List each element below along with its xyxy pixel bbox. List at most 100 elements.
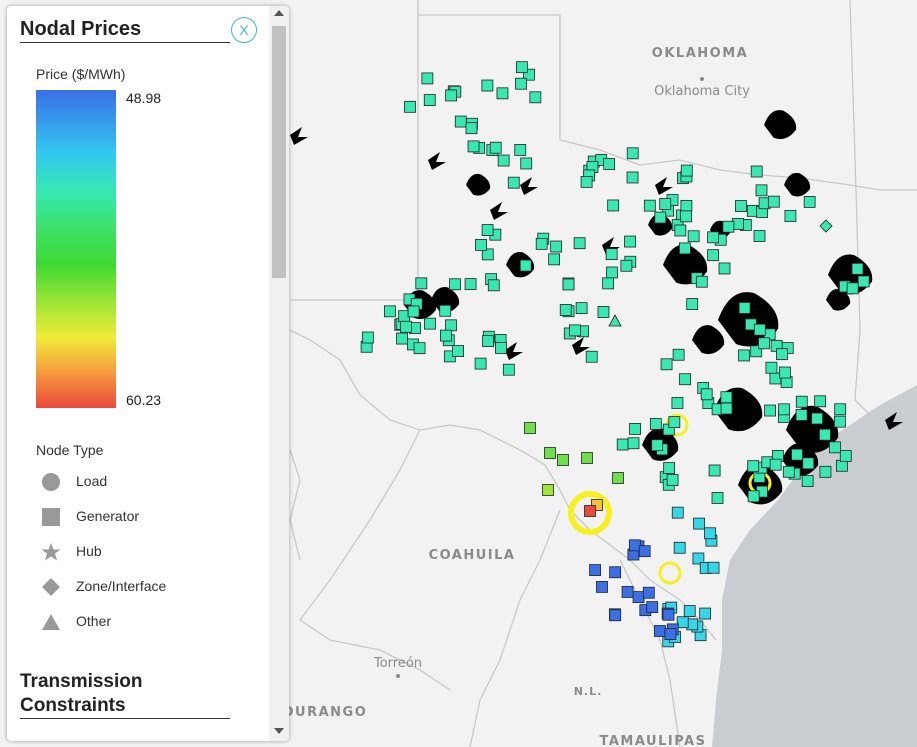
price-node-generator[interactable] (707, 561, 720, 574)
price-node-generator[interactable] (487, 279, 500, 292)
price-node-generator[interactable] (720, 391, 733, 404)
price-node-generator[interactable] (819, 465, 832, 478)
price-node-generator[interactable] (755, 184, 768, 197)
price-node-generator[interactable] (674, 224, 687, 237)
price-node-generator[interactable] (481, 79, 494, 92)
price-node-generator[interactable] (791, 448, 803, 461)
price-node-generator[interactable] (496, 87, 509, 100)
price-node-generator[interactable] (718, 262, 731, 275)
price-node-generator[interactable] (529, 91, 542, 104)
price-node-generator[interactable] (620, 259, 633, 272)
price-node-generator[interactable] (747, 490, 760, 503)
price-node-generator[interactable] (569, 324, 581, 337)
price-node-generator[interactable] (562, 278, 575, 291)
price-node-generator[interactable] (765, 361, 778, 374)
price-node-generator[interactable] (524, 422, 536, 434)
price-node-generator[interactable] (475, 238, 487, 251)
price-node-generator[interactable] (643, 199, 656, 212)
price-node-generator[interactable] (609, 566, 622, 579)
price-node-generator[interactable] (495, 342, 507, 354)
price-node-generator[interactable] (846, 282, 859, 295)
scroll-thumb[interactable] (272, 26, 286, 278)
price-node-generator[interactable] (680, 210, 692, 223)
price-node-generator[interactable] (559, 304, 572, 316)
price-node-generator[interactable] (497, 154, 510, 167)
price-node-generator[interactable] (602, 277, 615, 290)
price-node-generator[interactable] (668, 416, 681, 429)
price-node-generator[interactable] (638, 545, 651, 558)
price-node-generator[interactable] (520, 157, 533, 170)
price-node-generator[interactable] (683, 605, 696, 617)
price-node-generator[interactable] (801, 475, 814, 487)
price-node-generator[interactable] (489, 141, 502, 154)
price-node-generator[interactable] (663, 462, 676, 475)
price-node-generator[interactable] (660, 358, 673, 371)
price-node-generator[interactable] (758, 337, 770, 350)
price-node-generator[interactable] (735, 200, 747, 212)
price-node-generator[interactable] (407, 305, 420, 318)
price-node-generator[interactable] (596, 581, 608, 593)
price-node-generator[interactable] (465, 122, 478, 135)
price-node-generator[interactable] (834, 403, 847, 416)
price-node-generator[interactable] (481, 224, 494, 236)
price-node-generator[interactable] (514, 144, 527, 156)
price-node-generator[interactable] (851, 262, 864, 275)
price-node-generator[interactable] (795, 409, 808, 421)
price-node-generator[interactable] (544, 447, 556, 459)
price-node-generator[interactable] (573, 237, 586, 250)
price-node-generator[interactable] (857, 275, 870, 288)
price-node-generator[interactable] (673, 541, 686, 554)
price-node-generator[interactable] (814, 395, 827, 408)
price-node-generator[interactable] (695, 275, 708, 288)
price-node-generator[interactable] (581, 452, 593, 464)
price-node-generator[interactable] (580, 175, 593, 188)
price-node-generator[interactable] (597, 306, 610, 318)
price-node-generator[interactable] (454, 115, 467, 128)
price-node-generator[interactable] (535, 237, 548, 250)
price-node-generator[interactable] (452, 345, 465, 357)
price-node-generator[interactable] (769, 458, 782, 471)
price-node-generator[interactable] (449, 278, 461, 291)
price-node-generator[interactable] (519, 259, 532, 272)
price-node-generator[interactable] (699, 607, 712, 620)
price-node-generator[interactable] (671, 397, 684, 409)
price-node-generator[interactable] (711, 492, 724, 504)
price-node-generator[interactable] (627, 437, 640, 450)
scroll-up-arrow-icon[interactable] (274, 10, 284, 16)
price-node-generator[interactable] (626, 147, 639, 160)
price-node-generator[interactable] (605, 248, 618, 261)
price-node-generator[interactable] (839, 450, 852, 462)
price-node-generator[interactable] (784, 210, 797, 222)
price-node-generator[interactable] (424, 317, 436, 330)
price-node-generator[interactable] (778, 366, 791, 379)
price-node-generator[interactable] (676, 616, 689, 629)
price-node-generator[interactable] (803, 196, 816, 208)
price-node-generator[interactable] (829, 441, 841, 454)
price-node-generator[interactable] (802, 457, 815, 470)
price-node-generator[interactable] (671, 506, 684, 519)
price-node-generator[interactable] (767, 195, 780, 208)
price-node-generator[interactable] (687, 230, 700, 243)
price-node-generator[interactable] (693, 517, 705, 530)
price-node-generator[interactable] (738, 349, 750, 362)
price-node-generator[interactable] (646, 601, 659, 614)
price-node-generator[interactable] (439, 329, 452, 342)
price-node-generator[interactable] (502, 363, 515, 376)
price-node-generator[interactable] (819, 428, 831, 441)
price-node-generator[interactable] (584, 505, 596, 517)
price-node-generator[interactable] (672, 348, 685, 361)
price-node-generator[interactable] (482, 335, 494, 348)
price-node-generator[interactable] (423, 94, 436, 106)
price-node-generator[interactable] (626, 171, 639, 184)
price-node-generator[interactable] (679, 373, 691, 386)
close-button[interactable]: X (231, 17, 257, 43)
panel-scrollbar[interactable] (269, 6, 289, 741)
price-node-generator[interactable] (662, 608, 675, 621)
scroll-down-arrow-icon[interactable] (274, 728, 284, 734)
price-node-generator[interactable] (575, 302, 588, 315)
price-node-generator[interactable] (753, 230, 766, 242)
price-node-generator[interactable] (445, 89, 457, 102)
price-node-generator[interactable] (413, 342, 426, 355)
price-node-generator[interactable] (603, 158, 616, 170)
price-node-generator[interactable] (361, 331, 374, 344)
